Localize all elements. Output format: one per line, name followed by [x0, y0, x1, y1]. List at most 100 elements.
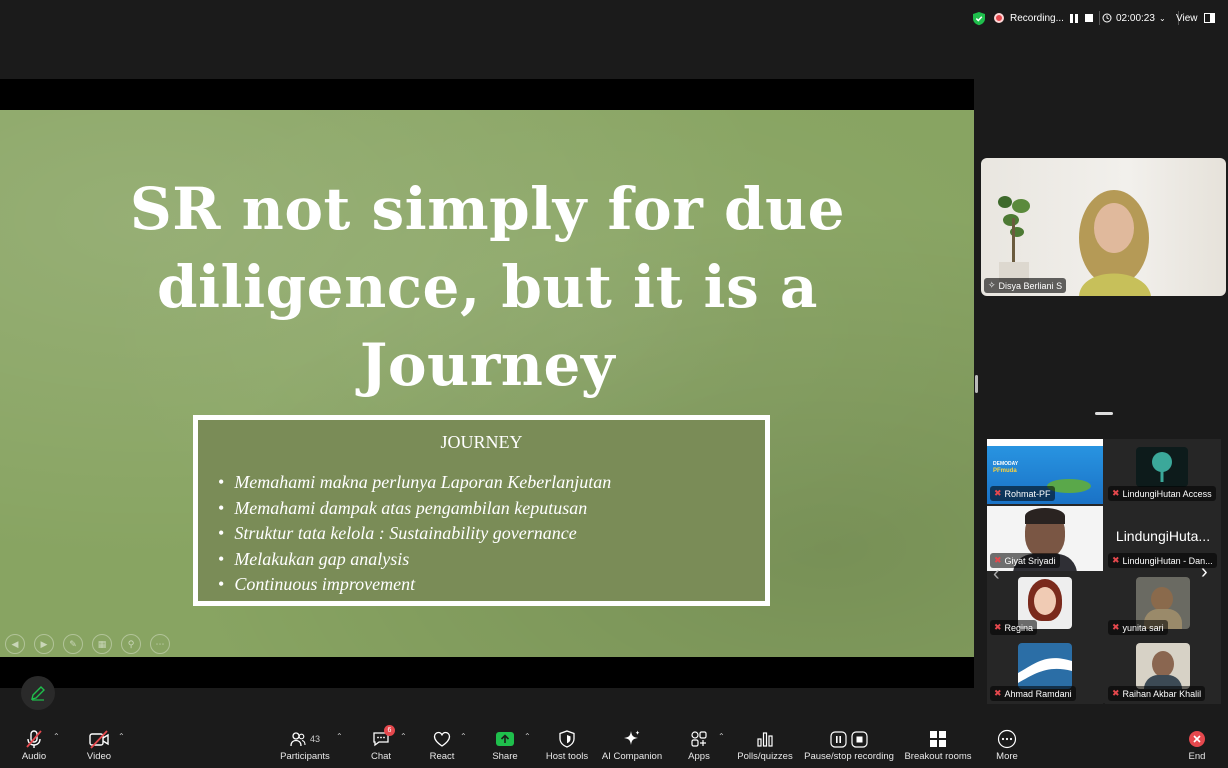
- speaker-video-tile[interactable]: ✧ Disya Berliani S: [981, 158, 1226, 296]
- muted-mic-icon: ✖: [1112, 555, 1120, 565]
- audio-button[interactable]: Audio: [20, 728, 48, 764]
- list-item: Struktur tata kelola : Sustainability go…: [218, 521, 611, 547]
- speaker-name-tag: ✧ Disya Berliani S: [984, 278, 1067, 293]
- recording-status: Recording...: [994, 9, 1100, 27]
- participant-name-tag: ✖ Giyat Sriyadi: [990, 553, 1060, 568]
- participant-name-tag: ✖ Rohmat-PF: [990, 486, 1055, 501]
- shield-icon[interactable]: [972, 9, 986, 27]
- recording-controls-icon: [830, 728, 868, 750]
- apps-options-caret-icon[interactable]: ⌃: [718, 732, 725, 741]
- video-button[interactable]: Video: [86, 728, 112, 764]
- video-off-icon: [88, 728, 110, 750]
- layout-icon: [1203, 13, 1215, 23]
- participant-tile[interactable]: ✖ Ahmad Ramdani: [987, 639, 1103, 704]
- participant-tile[interactable]: ✖ LindungiHutan Access: [1105, 439, 1221, 504]
- react-button[interactable]: React: [428, 728, 456, 764]
- top-status-bar: Recording... 02:00:23 ⌄ View: [0, 0, 1228, 36]
- pin-icon: ✧: [988, 280, 996, 290]
- muted-mic-icon: ✖: [1112, 622, 1120, 632]
- participant-tile[interactable]: DEMODAY PFmuda ✖ Rohmat-PF: [987, 439, 1103, 504]
- bar-chart-icon: [756, 728, 774, 750]
- next-slide-icon[interactable]: ▶: [34, 634, 54, 654]
- participant-name-tag: ✖ LindungiHutan Access: [1108, 486, 1216, 501]
- list-item: Memahami dampak atas pengambilan keputus…: [218, 496, 611, 522]
- meeting-toolbar: Audio ⌃ Video ⌃ 43 Participants ⌃ 6 Chat…: [0, 718, 1228, 768]
- ai-companion-button[interactable]: AI Companion: [602, 728, 662, 764]
- gallery-prev-arrow-icon[interactable]: ‹: [993, 563, 1000, 586]
- meeting-timer[interactable]: 02:00:23 ⌄: [1102, 9, 1179, 27]
- pause-stop-recording-button[interactable]: Pause/stop recording: [804, 728, 894, 764]
- video-options-caret-icon[interactable]: ⌃: [118, 732, 125, 741]
- participant-name-tag: ✖ Ahmad Ramdani: [990, 686, 1076, 701]
- react-options-caret-icon[interactable]: ⌃: [460, 732, 467, 741]
- host-shield-icon: [559, 728, 575, 750]
- muted-mic-icon: ✖: [1112, 488, 1120, 498]
- pause-recording-icon[interactable]: [1069, 13, 1079, 23]
- gallery-view: DEMODAY PFmuda ✖ Rohmat-PF ✖ LindungiHutan…: [987, 439, 1221, 704]
- participant-name-tag: ✖ Regina: [990, 620, 1038, 635]
- annotate-button[interactable]: [21, 676, 55, 710]
- polls-quizzes-button[interactable]: Polls/quizzes: [737, 728, 793, 764]
- participants-options-caret-icon[interactable]: ⌃: [336, 732, 343, 741]
- recording-dot-icon: [994, 13, 1004, 23]
- share-options-caret-icon[interactable]: ⌃: [524, 732, 531, 741]
- host-tools-button[interactable]: Host tools: [544, 728, 590, 764]
- chevron-down-icon: ⌄: [1158, 13, 1166, 23]
- chat-options-caret-icon[interactable]: ⌃: [400, 732, 407, 741]
- apps-icon: [690, 728, 708, 750]
- timer-text: 02:00:23: [1116, 12, 1155, 24]
- participants-button[interactable]: 43 Participants: [280, 728, 330, 764]
- gallery-next-arrow-icon[interactable]: ›: [1201, 561, 1208, 584]
- journey-box: JOURNEY Memahami makna perlunya Laporan …: [193, 415, 770, 606]
- stop-icon: [851, 730, 868, 748]
- participants-icon-group: 43: [290, 728, 320, 750]
- slide-controls: ◀ ▶ ✎ ▦ ⚲ ⋯: [5, 634, 170, 654]
- tree-logo-icon: [1136, 447, 1188, 487]
- end-meeting-button[interactable]: End: [1185, 728, 1209, 764]
- stop-recording-icon[interactable]: [1084, 14, 1093, 22]
- muted-microphone-icon: [23, 728, 45, 750]
- banner-text: DEMODAY: [993, 461, 1019, 467]
- speaker-video: [998, 190, 1151, 296]
- slide-title: SR not simply for due diligence, but it …: [129, 175, 846, 399]
- more-dots-icon: [997, 728, 1017, 750]
- divider: [1098, 11, 1100, 25]
- participants-count: 43: [309, 734, 320, 744]
- zoom-icon[interactable]: ⚲: [121, 634, 141, 654]
- panel-drag-handle[interactable]: [1095, 412, 1113, 415]
- view-button[interactable]: View: [1176, 9, 1215, 27]
- more-options-icon[interactable]: ⋯: [150, 634, 170, 654]
- share-letterbox-top: [0, 79, 974, 110]
- participant-tile[interactable]: ✖ Raihan Akbar Khalil: [1105, 639, 1221, 704]
- list-item: Melakukan gap analysis: [218, 547, 611, 573]
- muted-mic-icon: ✖: [994, 688, 1002, 698]
- zoom-meeting-window: Recording... 02:00:23 ⌄ View SR not simp…: [0, 0, 1228, 768]
- avatar: [1018, 643, 1072, 689]
- chat-unread-badge: 6: [384, 725, 395, 736]
- chat-button[interactable]: 6 Chat: [368, 725, 395, 764]
- participant-tile[interactable]: ✖ Regina: [987, 573, 1103, 638]
- participant-name-tag: ✖ yunita sari: [1108, 620, 1168, 635]
- share-letterbox-bottom: [0, 657, 974, 688]
- list-item: Continuous improvement: [218, 572, 611, 598]
- pencil-icon: [31, 686, 45, 701]
- participant-tile[interactable]: ✖ Giyat Sriyadi: [987, 506, 1103, 571]
- pause-icon: [830, 730, 847, 748]
- journey-heading: JOURNEY: [440, 432, 523, 452]
- avatar: [1136, 643, 1190, 689]
- list-item: Memahami makna perlunya Laporan Keberlan…: [218, 470, 611, 496]
- clock-icon: [1102, 13, 1112, 23]
- resize-handle[interactable]: [975, 375, 978, 393]
- breakout-rooms-button[interactable]: Breakout rooms: [904, 728, 972, 764]
- participant-name-tag: ✖ Raihan Akbar Khalil: [1108, 686, 1206, 701]
- heart-icon: [433, 728, 451, 750]
- audio-options-caret-icon[interactable]: ⌃: [53, 732, 60, 741]
- slides-grid-icon[interactable]: ▦: [92, 634, 112, 654]
- pen-icon[interactable]: ✎: [63, 634, 83, 654]
- more-button[interactable]: More: [994, 728, 1020, 764]
- journey-bullet-list: Memahami makna perlunya Laporan Keberlan…: [218, 470, 611, 598]
- muted-mic-icon: ✖: [1112, 688, 1120, 698]
- previous-slide-icon[interactable]: ◀: [5, 634, 25, 654]
- share-button[interactable]: Share: [491, 728, 519, 764]
- apps-button[interactable]: Apps: [686, 728, 712, 764]
